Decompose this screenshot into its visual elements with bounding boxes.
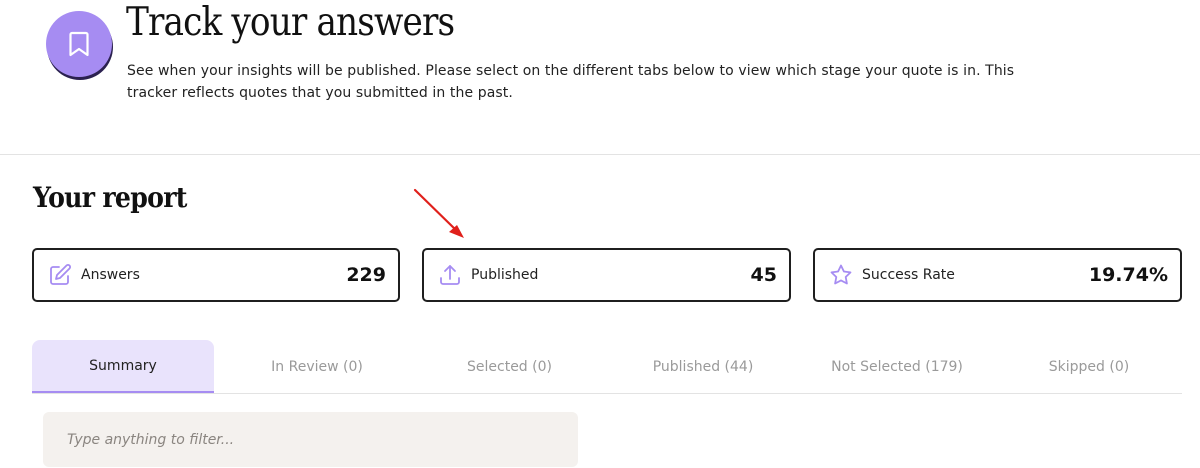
section-divider	[0, 154, 1200, 155]
stat-value: 229	[346, 264, 386, 286]
stat-label: Published	[471, 267, 539, 283]
stat-card-answers[interactable]: Answers 229	[32, 248, 400, 302]
tab-in-review[interactable]: In Review (0)	[224, 340, 410, 393]
tab-selected[interactable]: Selected (0)	[417, 340, 602, 393]
tab-not-selected[interactable]: Not Selected (179)	[803, 340, 991, 393]
header-badge	[46, 11, 112, 77]
bookmark-icon	[69, 31, 89, 57]
status-tabs: Summary In Review (0) Selected (0) Publi…	[32, 340, 1182, 394]
stat-label: Answers	[81, 267, 140, 283]
filter-input[interactable]	[43, 412, 578, 467]
stat-value: 45	[750, 264, 777, 286]
edit-icon	[48, 263, 72, 287]
tab-summary[interactable]: Summary	[32, 340, 214, 393]
star-icon	[829, 263, 853, 287]
stat-value: 19.74%	[1088, 264, 1168, 286]
page-description: See when your insights will be published…	[127, 63, 1015, 101]
page-header: Track your answers See when your insight…	[0, 0, 1200, 155]
stat-card-published[interactable]: Published 45	[422, 248, 791, 302]
stat-card-success-rate[interactable]: Success Rate 19.74%	[813, 248, 1182, 302]
tab-published[interactable]: Published (44)	[610, 340, 796, 393]
tab-skipped[interactable]: Skipped (0)	[996, 340, 1182, 393]
page-title: Track your answers	[126, 0, 455, 45]
stat-label: Success Rate	[862, 267, 955, 283]
report-title: Your report	[33, 181, 187, 214]
upload-icon	[438, 263, 462, 287]
annotation-arrow	[413, 188, 464, 238]
